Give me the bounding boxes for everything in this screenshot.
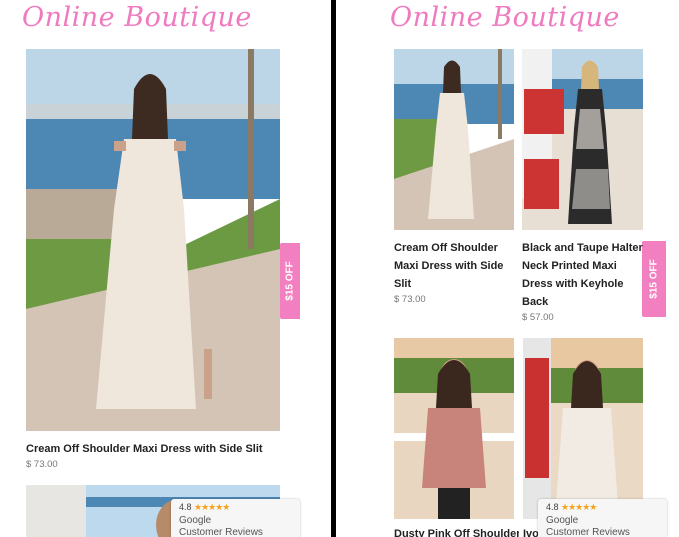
product-title[interactable]: Cream Off Shoulder Maxi Dress with Side … (394, 239, 519, 293)
mobile-view-grid: Online Boutique $15 OFF Cream Off Should… (336, 0, 679, 537)
mobile-view-single-column: Online Boutique $15 OFF Cream Off Should… (0, 0, 331, 537)
brand-logo[interactable]: Online Boutique (390, 2, 620, 33)
product-image-cream-dress[interactable] (394, 49, 514, 230)
rating-stars: ★★★★★ (561, 502, 597, 512)
product-image-ivory-top[interactable] (523, 338, 643, 519)
google-label: Google (179, 515, 212, 526)
product-price: $ 57.00 (522, 312, 554, 323)
rating-stars: ★★★★★ (194, 502, 230, 512)
product-title[interactable]: Cream Off Shoulder Maxi Dress with Side … (26, 440, 286, 458)
rating: 4.8 ★★★★★ (546, 502, 597, 512)
product-price: $ 73.00 (26, 459, 58, 470)
rating: 4.8 ★★★★★ (179, 502, 230, 512)
product-title[interactable]: Dusty Pink Off Shoulder (394, 525, 519, 537)
brand-logo[interactable]: Online Boutique (22, 2, 252, 33)
google-reviews-badge[interactable]: 4.8 ★★★★★ Google Customer Reviews (171, 499, 300, 537)
customer-reviews-label: Customer Reviews (546, 527, 630, 537)
product-title[interactable]: Black and Taupe Halter Neck Printed Maxi… (522, 239, 647, 311)
product-image-pink-sweater[interactable] (394, 338, 514, 519)
promo-tab[interactable]: $15 OFF (280, 243, 300, 319)
product-price: $ 73.00 (394, 294, 426, 305)
customer-reviews-label: Customer Reviews (179, 527, 263, 537)
product-image-printed-dress[interactable] (522, 49, 643, 230)
product-image-cream-dress[interactable] (26, 49, 280, 431)
google-reviews-badge[interactable]: 4.8 ★★★★★ Google Customer Reviews (538, 499, 667, 537)
google-label: Google (546, 515, 579, 526)
